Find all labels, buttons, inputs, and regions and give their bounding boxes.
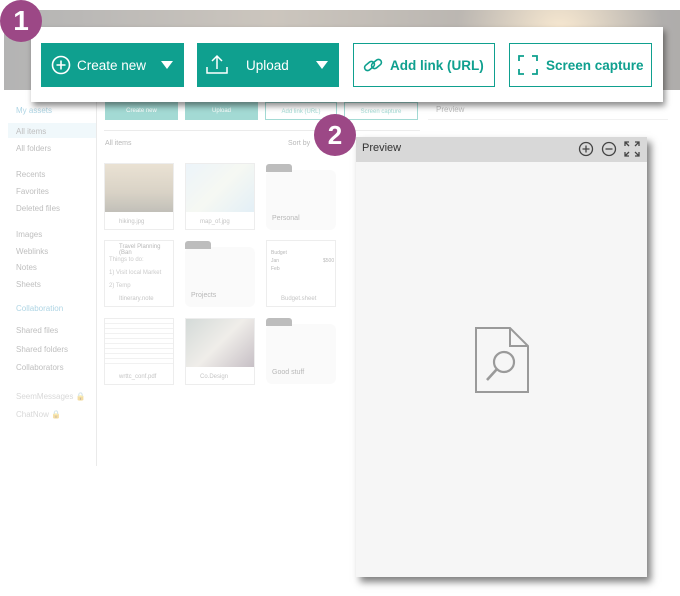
note-title: Travel Planning (Ban — [119, 244, 161, 256]
sidebar-item-notes[interactable]: Notes — [16, 263, 37, 272]
upload-button[interactable]: Upload — [197, 43, 339, 87]
upload-label: Upload — [246, 57, 289, 73]
sidebar-item-deleted-files[interactable]: Deleted files — [16, 204, 60, 213]
file-name: hiking.jpg — [119, 219, 145, 225]
bg-preview-header: Preview — [428, 100, 668, 120]
preview-panel: Preview — [356, 137, 647, 577]
note-line: Things to do: — [109, 257, 144, 263]
step-badge-2: 2 — [314, 114, 356, 156]
bg-upload-button[interactable]: Upload — [185, 102, 258, 120]
sidebar-item-favorites[interactable]: Favorites — [16, 187, 49, 196]
sidebar-item-all-folders[interactable]: All folders — [16, 144, 51, 153]
folder-tile[interactable]: Projects — [185, 241, 255, 307]
bg-create-new-button[interactable]: Create new — [105, 102, 178, 120]
sheet-cell: Feb — [271, 266, 280, 272]
fullscreen-icon[interactable] — [624, 141, 640, 162]
file-name: map_of.jpg — [200, 219, 230, 225]
lock-icon: 🔒 — [51, 410, 62, 419]
lock-icon: 🔒 — [75, 392, 86, 401]
screen-capture-icon — [518, 55, 538, 75]
sidebar-item-seem-messages-label: SeemMessages — [16, 392, 74, 401]
upload-icon — [205, 54, 229, 76]
sidebar-item-shared-files[interactable]: Shared files — [16, 326, 58, 335]
caret-down-icon — [315, 60, 329, 70]
folder-name: Personal — [272, 215, 300, 222]
sidebar-heading-collaboration: Collaboration — [16, 304, 64, 313]
sidebar: My assets All items All folders Recents … — [4, 96, 97, 466]
pdf-thumbnail — [105, 319, 173, 367]
add-link-button[interactable]: Add link (URL) — [353, 43, 495, 87]
folder-name: Good stuff — [272, 369, 305, 376]
sheet-cell: $500 — [323, 258, 335, 264]
sidebar-item-sheets[interactable]: Sheets — [16, 280, 41, 289]
sidebar-item-chat-now[interactable]: ChatNow 🔒 — [16, 410, 61, 419]
sidebar-item-images[interactable]: Images — [16, 230, 42, 239]
map-thumbnail — [186, 164, 254, 212]
preview-header: Preview — [356, 137, 647, 162]
create-new-button[interactable]: Create new — [41, 43, 184, 87]
note-line: 1) Visit local Market — [109, 270, 162, 276]
step-badge-1: 1 — [0, 0, 42, 42]
file-name: Budget.sheet — [281, 296, 317, 302]
sidebar-item-shared-folders[interactable]: Shared folders — [16, 345, 68, 354]
file-tile[interactable]: Co.Design — [185, 318, 255, 385]
sidebar-item-chat-now-label: ChatNow — [16, 410, 49, 419]
file-name: Co.Design — [200, 374, 229, 380]
folder-name: Projects — [191, 292, 217, 299]
grid-title: All items — [105, 140, 132, 147]
sheet-tile[interactable]: Budget Jan $500 Feb Budget.sheet — [266, 240, 336, 307]
zoom-in-icon[interactable] — [578, 141, 594, 162]
file-search-icon — [474, 326, 530, 399]
sort-by-label[interactable]: Sort by — [288, 140, 310, 147]
folder-icon — [266, 318, 292, 326]
plus-circle-icon — [51, 55, 71, 75]
sidebar-item-weblinks[interactable]: Weblinks — [16, 247, 48, 256]
file-name: wrttc_conf.pdf — [119, 374, 157, 380]
pdf-tile[interactable]: wrttc_conf.pdf — [104, 318, 174, 385]
sidebar-item-all-items[interactable]: All items — [16, 127, 46, 136]
folder-tile[interactable]: Good stuff — [266, 318, 336, 384]
bg-screen-capture-button[interactable]: Screen capture — [344, 102, 418, 120]
sidebar-heading-my-assets: My assets — [16, 106, 53, 115]
sidebar-item-collaborators[interactable]: Collaborators — [16, 363, 64, 372]
folder-tile[interactable]: Personal — [266, 164, 336, 230]
file-tile[interactable]: hiking.jpg — [104, 163, 174, 230]
sheet-cell: Jan — [271, 258, 280, 264]
note-line: 2) Temp — [109, 283, 131, 289]
photo-thumbnail — [186, 319, 254, 367]
sheet-cell: Budget — [271, 250, 287, 256]
note-tile[interactable]: Travel Planning (Ban Things to do: 1) Vi… — [104, 240, 174, 307]
grid-divider — [104, 130, 420, 131]
file-name: Itinerary.note — [119, 296, 154, 302]
file-tile[interactable]: map_of.jpg — [185, 163, 255, 230]
photo-thumbnail — [105, 164, 173, 212]
add-link-label: Add link (URL) — [390, 57, 484, 73]
preview-title: Preview — [362, 142, 402, 154]
folder-icon — [185, 241, 211, 249]
screen-capture-button[interactable]: Screen capture — [509, 43, 652, 87]
folder-icon — [266, 164, 292, 172]
sidebar-item-seem-messages[interactable]: SeemMessages 🔒 — [16, 392, 86, 401]
create-new-label: Create new — [77, 57, 147, 73]
screen-capture-label: Screen capture — [546, 57, 644, 73]
caret-down-icon — [160, 60, 174, 70]
link-icon — [362, 54, 384, 76]
zoom-out-icon[interactable] — [601, 141, 617, 162]
sidebar-item-recents[interactable]: Recents — [16, 170, 45, 179]
